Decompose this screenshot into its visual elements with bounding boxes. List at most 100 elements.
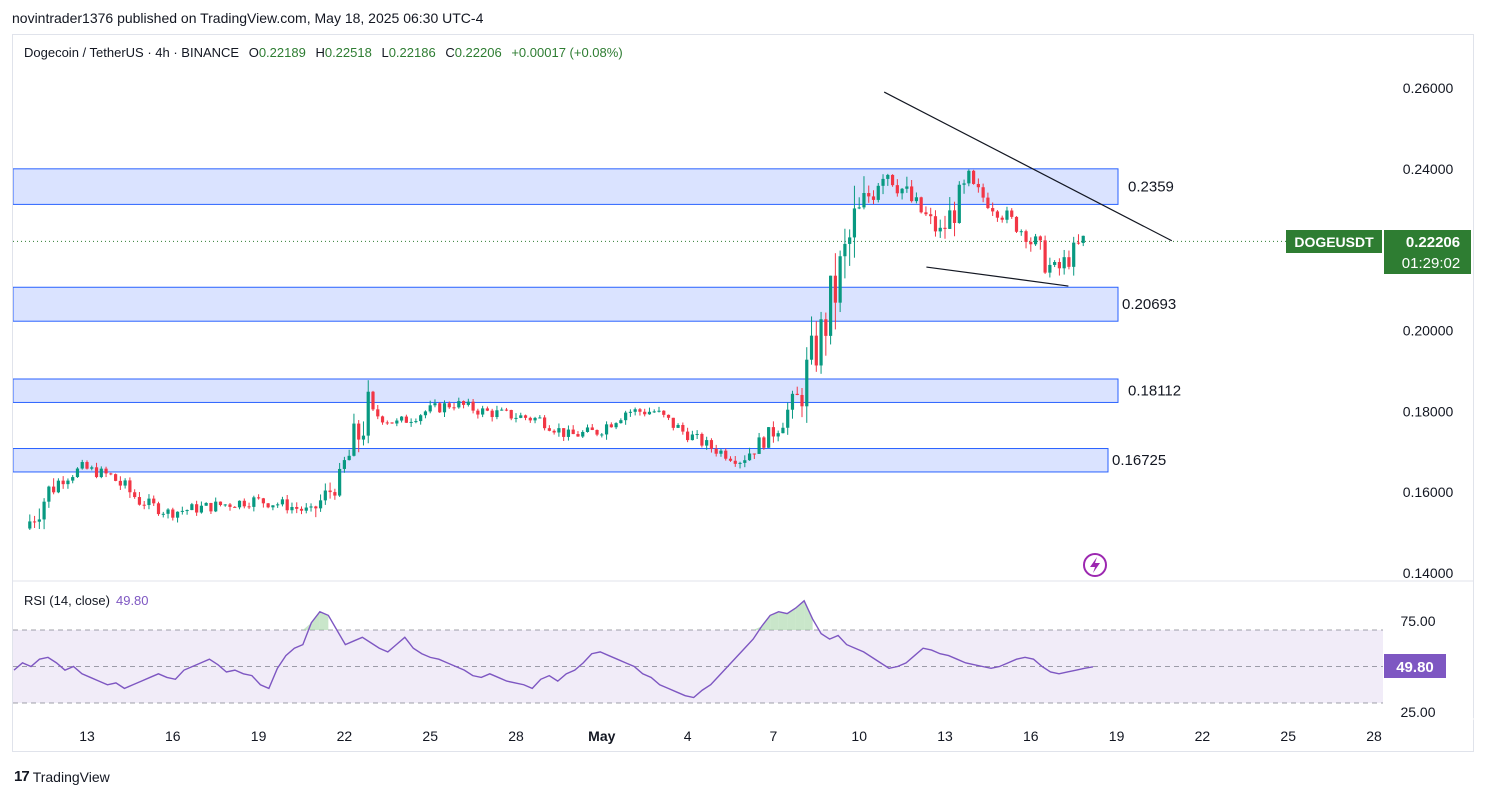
price-tag[interactable]: DOGEUSDT 0.22206 01:29:02	[1286, 230, 1471, 274]
candle-body	[376, 409, 380, 417]
candle-body	[490, 410, 494, 418]
candle-body	[414, 421, 418, 423]
candle-body	[724, 450, 728, 459]
candle-body	[814, 335, 818, 366]
candle-body	[676, 424, 680, 428]
zone-label: 0.2359	[1128, 179, 1174, 196]
price-axis[interactable]: 0.26000 0.24000 0.20000 0.18000 0.16000 0.140…	[1403, 80, 1454, 581]
open-value: 0.22189	[258, 45, 306, 60]
candle-body	[242, 500, 246, 507]
candle-body	[609, 424, 613, 428]
candle-body	[419, 415, 423, 422]
candle-body	[209, 502, 213, 512]
candle-body	[466, 401, 470, 405]
candle-body	[1014, 216, 1019, 232]
x-tick-label: 22	[337, 728, 353, 744]
rsi-pane[interactable]: 75.00 25.00	[13, 599, 1436, 720]
candle-body	[881, 178, 885, 186]
candle-body	[919, 197, 923, 213]
rsi-legend[interactable]: RSI (14, close) 49.80	[24, 593, 149, 608]
candle-body	[862, 193, 866, 208]
candle-body	[762, 437, 766, 448]
candle-body	[204, 502, 208, 506]
candle-body	[528, 417, 532, 421]
candle-body	[538, 417, 542, 419]
candle-body	[314, 506, 318, 509]
candle-body	[80, 462, 84, 469]
price-pane[interactable]	[13, 168, 1286, 530]
candle-body	[857, 207, 861, 209]
candle-body	[643, 411, 647, 415]
candle-body	[395, 420, 399, 424]
x-tick-label: 4	[684, 728, 692, 744]
candle-body	[543, 417, 547, 429]
candle-body	[1076, 242, 1081, 244]
trendline-upper	[883, 91, 1173, 242]
candle-body	[257, 497, 261, 499]
candle-body	[633, 409, 637, 412]
candle-body	[280, 499, 285, 505]
candle-body	[933, 216, 938, 232]
candle-body	[1005, 210, 1009, 220]
candle-body	[481, 408, 485, 415]
candle-body	[776, 433, 780, 437]
candle-body	[895, 185, 899, 194]
candle-body	[104, 468, 108, 474]
candle-body	[75, 468, 80, 478]
candle-body	[461, 401, 466, 405]
candle-body	[52, 486, 56, 493]
candle-body	[266, 503, 270, 508]
candle-body	[1062, 257, 1066, 269]
candle-body	[752, 453, 756, 455]
price-tag-symbol: DOGEUSDT	[1294, 234, 1374, 250]
candle-body	[991, 208, 995, 212]
candle-body	[790, 393, 795, 410]
rsi-tick-label: 75.00	[1400, 613, 1435, 629]
candle-body	[514, 417, 518, 419]
candle-body	[152, 498, 156, 504]
candle-body	[1000, 217, 1004, 220]
candle-body	[733, 460, 737, 464]
zone-rect	[13, 168, 1119, 205]
zone-rect	[13, 378, 1119, 403]
candle-body	[142, 504, 146, 506]
time-axis[interactable]: 13 16 19 22 25 28 May 4 7 10 13 16 19 22 25 28	[79, 728, 1382, 744]
candle-body	[547, 428, 551, 431]
candle-body	[981, 187, 985, 198]
candle-body	[175, 511, 180, 518]
candle-body	[114, 474, 118, 481]
candle-body	[166, 509, 170, 514]
footer-brand[interactable]: 17 TradingView	[14, 768, 110, 785]
candle-body	[42, 501, 46, 520]
candle-body	[1053, 262, 1057, 265]
candle-body	[566, 429, 571, 437]
candle-body	[671, 417, 675, 428]
candle-body	[533, 417, 537, 421]
candle-body	[171, 509, 175, 518]
candle-body	[500, 409, 504, 411]
candle-body	[85, 462, 89, 469]
candle-body	[185, 510, 189, 512]
y-tick-label: 0.24000	[1403, 161, 1454, 177]
candle-body	[66, 480, 70, 485]
close-value: 0.22206	[454, 45, 502, 60]
candle-body	[829, 275, 833, 336]
candle-body	[328, 490, 332, 493]
candle-body	[228, 504, 232, 507]
candle-body	[366, 391, 370, 436]
candle-body	[94, 467, 99, 478]
close-label: C	[445, 45, 455, 60]
chart-canvas[interactable]: 0.2359 0.20693 0.18112 0.16725 75.00 25.00 0…	[0, 0, 1488, 799]
candle-body	[938, 227, 942, 232]
candle-body	[976, 183, 980, 188]
candle-body	[195, 504, 199, 513]
candle-body	[624, 412, 628, 421]
high-value: 0.22518	[324, 45, 372, 60]
candle-body	[276, 504, 280, 506]
symbol-legend[interactable]: Dogecoin / TetherUS · 4h · BINANCE O0.22…	[24, 45, 629, 60]
candle-body	[409, 421, 413, 423]
candle-body	[400, 416, 404, 421]
rsi-label: RSI (14, close)	[24, 593, 110, 608]
y-tick-label: 0.20000	[1403, 323, 1454, 339]
lightning-icon[interactable]	[1083, 553, 1107, 577]
